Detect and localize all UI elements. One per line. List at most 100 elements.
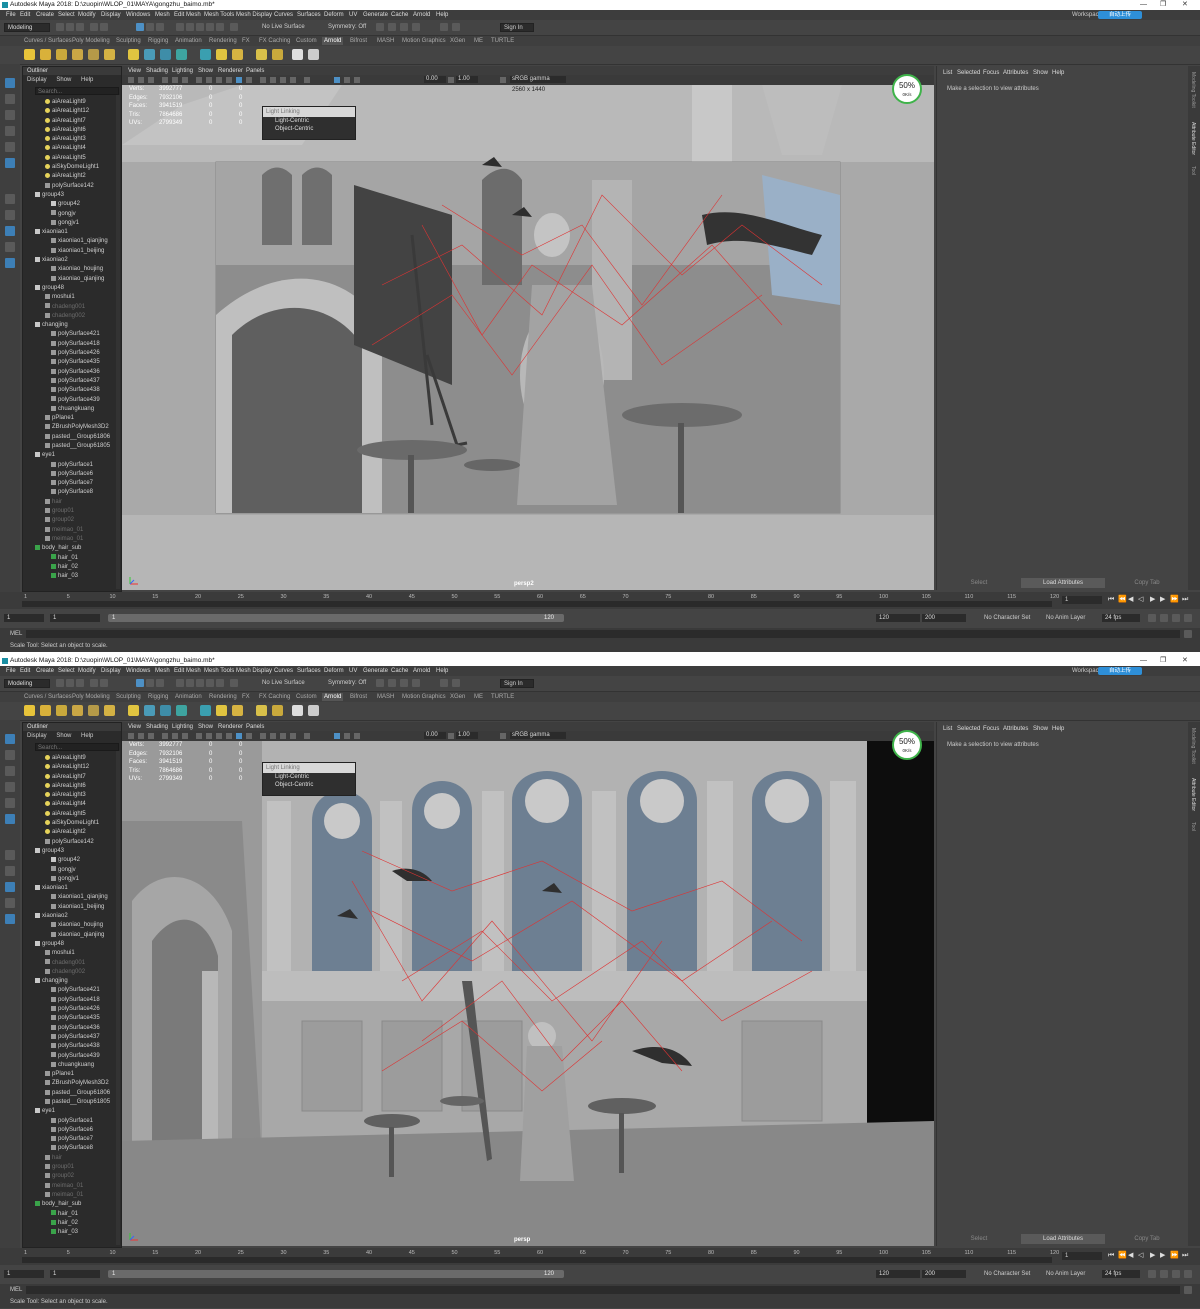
outliner-item[interactable]: gongjv [35, 210, 119, 219]
exposure-field[interactable]: 0.00 [424, 76, 446, 83]
scene-render-top[interactable] [122, 85, 934, 590]
outliner-item[interactable]: polySurface439 [35, 396, 119, 405]
viewport-menu-show[interactable]: Show [198, 67, 213, 75]
anim-layer-dropdown[interactable]: No Anim Layer [1046, 614, 1085, 622]
snap-surface-icon[interactable] [216, 679, 224, 687]
outliner-item[interactable]: aiAreaLight6 [35, 782, 119, 791]
step-back-key-icon[interactable]: ⏪ [1118, 596, 1127, 603]
outliner-item[interactable]: hair_02 [35, 1219, 119, 1228]
outliner-item[interactable]: gongjv1 [35, 219, 119, 228]
photometric-light-icon[interactable] [72, 705, 83, 716]
material-icon[interactable] [272, 705, 283, 716]
gamma-icon[interactable] [448, 77, 454, 83]
attr-menu-attributes[interactable]: Attributes [1003, 69, 1028, 77]
outliner-item[interactable]: aiAreaLight9 [35, 98, 119, 107]
prefs-icon[interactable] [1184, 1270, 1192, 1278]
menu-mesh-display[interactable]: Mesh Display [236, 667, 272, 675]
close-button[interactable]: ✕ [1182, 656, 1188, 666]
viewport-menu-shading[interactable]: Shading [146, 67, 168, 75]
outliner-item[interactable]: moshui1 [35, 949, 119, 958]
side-tab-modeling-toolkit[interactable]: Modeling Toolkit [1190, 72, 1196, 108]
menuset-dropdown[interactable]: Modeling [4, 679, 50, 688]
menu-edit[interactable]: Edit [20, 667, 30, 675]
menu-arnold[interactable]: Arnold [413, 667, 430, 675]
arnold-ipr-icon[interactable] [452, 679, 460, 687]
outliner-item[interactable]: group43 [35, 847, 119, 856]
hypershade-icon[interactable] [412, 679, 420, 687]
range-start-field[interactable]: 1 [50, 1270, 100, 1278]
gamma-field[interactable]: 1.00 [456, 732, 478, 739]
exposure-icon[interactable] [354, 77, 360, 83]
rotate-tool-icon[interactable] [5, 798, 15, 808]
menu-modify[interactable]: Modify [78, 11, 96, 19]
end-time-field[interactable]: 200 [922, 1270, 966, 1278]
tab-rendering[interactable]: Rendering [209, 37, 237, 45]
bookmark-icon[interactable] [148, 733, 154, 739]
isolate-select-icon[interactable] [304, 77, 310, 83]
attr-menu-selected[interactable]: Selected [957, 725, 980, 733]
select-object-icon[interactable] [146, 679, 154, 687]
viewport-menu-show[interactable]: Show [198, 723, 213, 731]
outliner-item[interactable]: polySurface435 [35, 358, 119, 367]
menu-item-object-centric[interactable]: Object-Centric [263, 781, 355, 789]
menu-arnold[interactable]: Arnold [413, 11, 430, 19]
outliner-item[interactable]: polySurface437 [35, 1033, 119, 1042]
select-tool-icon[interactable] [5, 734, 15, 744]
outliner-item[interactable]: gongjv1 [35, 875, 119, 884]
menu-modify[interactable]: Modify [78, 667, 96, 675]
tab-bifrost[interactable]: Bifrost [350, 693, 367, 701]
tab-fx[interactable]: FX [242, 37, 250, 45]
menu-cache[interactable]: Cache [391, 11, 408, 19]
arnold-render-icon[interactable] [440, 679, 448, 687]
outliner-item[interactable]: chuangkuang [35, 1061, 119, 1070]
volume-icon[interactable] [160, 705, 171, 716]
menu-curves[interactable]: Curves [274, 667, 293, 675]
step-forward-key-icon[interactable]: ⏩ [1170, 1252, 1179, 1259]
bookmark-icon[interactable] [148, 77, 154, 83]
depth-of-field-icon[interactable] [290, 77, 296, 83]
motion-blur-icon[interactable] [270, 733, 276, 739]
render-view-icon[interactable] [256, 49, 267, 60]
outliner-item[interactable]: polySurface438 [35, 386, 119, 395]
grid-icon[interactable] [162, 77, 168, 83]
shadows-icon[interactable] [246, 733, 252, 739]
lasso-tool-icon[interactable] [5, 750, 15, 760]
outliner-item[interactable]: aiAreaLight2 [35, 172, 119, 181]
command-language-label[interactable]: MEL [10, 630, 22, 638]
tab-animation[interactable]: Animation [175, 693, 202, 701]
play-backwards-icon[interactable]: ◁ [1138, 596, 1145, 603]
anti-aliasing-icon[interactable] [280, 733, 286, 739]
outliner-item[interactable]: meimao_01 [35, 526, 119, 535]
outliner-item[interactable]: aiSkyDomeLight1 [35, 163, 119, 172]
scale-tool-icon[interactable] [5, 814, 15, 824]
persp-layout-icon[interactable] [5, 242, 15, 252]
menu-create[interactable]: Create [36, 667, 54, 675]
render-view-icon[interactable] [256, 705, 267, 716]
anim-layer-dropdown[interactable]: No Anim Layer [1046, 1270, 1085, 1278]
outliner-layout-icon[interactable] [5, 226, 15, 236]
outliner-item[interactable]: polySurface421 [35, 330, 119, 339]
outliner-item[interactable]: hair_03 [35, 1228, 119, 1237]
tab-bifrost[interactable]: Bifrost [350, 37, 367, 45]
outliner-item[interactable]: aiAreaLight3 [35, 135, 119, 144]
symmetry-dropdown[interactable]: Symmetry: Off [328, 23, 366, 32]
mesh-light-icon[interactable] [56, 49, 67, 60]
outliner-item[interactable]: polySurface436 [35, 1024, 119, 1033]
view-transform-dropdown[interactable]: sRGB gamma [510, 732, 566, 739]
go-to-end-icon[interactable]: ⏭ [1182, 1252, 1189, 1259]
outliner-search-input[interactable]: Search... [35, 87, 119, 95]
go-to-start-icon[interactable]: ⏮ [1108, 596, 1115, 603]
tab-turtle[interactable]: TURTLE [491, 37, 514, 45]
folder-icon[interactable] [56, 23, 64, 31]
step-back-key-icon[interactable]: ⏪ [1118, 1252, 1127, 1259]
menu-cache[interactable]: Cache [391, 667, 408, 675]
outliner-item[interactable]: aiAreaLight4 [35, 144, 119, 153]
tab-me[interactable]: ME [474, 693, 483, 701]
workspace-button[interactable]: 自动上传 [1098, 667, 1142, 675]
load-attributes-button[interactable]: Load Attributes [1021, 1234, 1105, 1244]
time-slider[interactable]: 1 5 10 15 20 25 30 35 40 45 50 55 60 65 70 75 80 85 90 95 10… [0, 592, 1200, 609]
viewport-menu-panels[interactable]: Panels [246, 723, 264, 731]
go-to-end-icon[interactable]: ⏭ [1182, 596, 1189, 603]
maximize-button[interactable]: ❐ [1160, 0, 1166, 10]
menu-edit-mesh[interactable]: Edit Mesh [174, 11, 201, 19]
